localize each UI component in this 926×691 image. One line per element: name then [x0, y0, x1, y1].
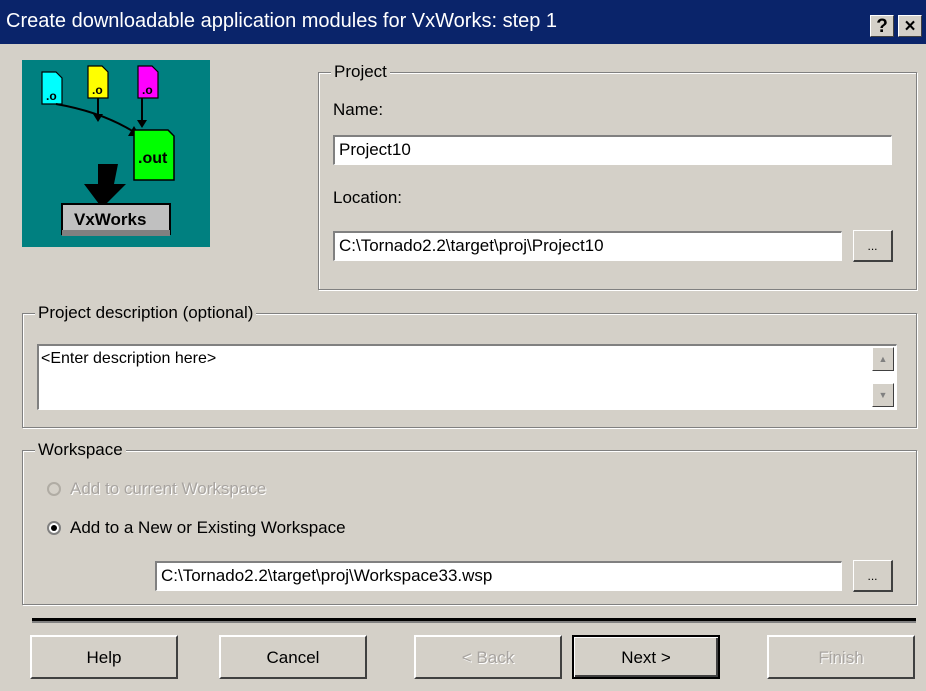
name-label: Name: — [333, 100, 384, 119]
project-location-input[interactable]: C:\Tornado2.2\target\proj\Project10 — [333, 231, 842, 261]
close-icon[interactable]: × — [898, 15, 922, 37]
title-bar: Create downloadable application modules … — [0, 0, 926, 44]
radio-add-new-workspace[interactable]: Add to a New or Existing Workspace — [47, 518, 346, 538]
window-title: Create downloadable application modules … — [6, 10, 558, 32]
project-name-input[interactable]: Project10 — [333, 135, 892, 165]
file-o-label-3: .o — [142, 83, 153, 97]
cancel-button[interactable]: Cancel — [219, 635, 367, 679]
file-o-label-1: .o — [46, 89, 57, 103]
radio-new-label[interactable]: Add to a New or Existing Workspace — [70, 518, 346, 538]
workspace-browse-button[interactable]: ... — [853, 560, 893, 592]
radio-add-current-workspace: Add to current Workspace — [47, 479, 266, 499]
file-o-label-2: .o — [92, 83, 103, 97]
finish-button: Finish — [767, 635, 915, 679]
workspace-group-label: Workspace — [35, 440, 126, 460]
radio-new-icon[interactable] — [47, 521, 61, 535]
vxworks-logo: .o .o .o .out VxWorks — [22, 60, 210, 247]
location-label: Location: — [333, 188, 402, 207]
description-group-label: Project description (optional) — [35, 303, 257, 323]
radio-current-label: Add to current Workspace — [70, 479, 267, 498]
help-button[interactable]: Help — [30, 635, 178, 679]
back-button: < Back — [414, 635, 562, 679]
next-button[interactable]: Next > — [572, 635, 720, 679]
workspace-path-input[interactable]: C:\Tornado2.2\target\proj\Workspace33.ws… — [155, 561, 842, 591]
scroll-up-icon[interactable]: ▲ — [872, 347, 894, 371]
out-file-label: .out — [138, 150, 168, 167]
description-textarea[interactable]: <Enter description here> — [37, 344, 897, 410]
vxworks-box-label: VxWorks — [74, 210, 146, 229]
project-group-label: Project — [331, 62, 390, 82]
help-icon[interactable]: ? — [870, 15, 894, 37]
description-text: <Enter description here> — [41, 350, 217, 367]
location-browse-button[interactable]: ... — [853, 230, 893, 262]
radio-current-icon — [47, 482, 61, 496]
scroll-down-icon[interactable]: ▼ — [872, 383, 894, 407]
button-separator — [32, 618, 916, 623]
